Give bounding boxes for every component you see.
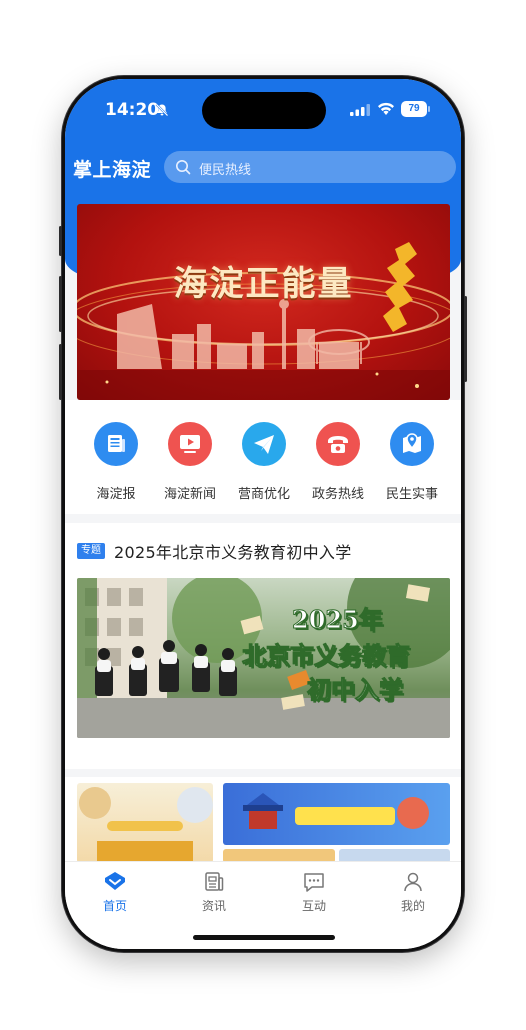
search-bar[interactable]: 便民热线 [164, 151, 456, 183]
feature-image[interactable]: 2025年 北京市义务教育 初中入学 [77, 578, 450, 738]
action-button [59, 226, 62, 256]
nav-label: 海淀新闻 [163, 487, 216, 502]
chat-icon [304, 873, 324, 892]
nav-label: 海淀报 [96, 487, 136, 502]
volume-down-button [59, 344, 62, 400]
home-icon [105, 872, 125, 890]
app-title: 掌上海淀 [73, 159, 152, 181]
screen: 14:20 79 掌上海淀 便民热线 海淀正能量 海淀报 海淀新闻 营商优化 政… [65, 79, 461, 949]
battery-icon: 79 [401, 101, 431, 117]
banner[interactable]: 海淀正能量 [77, 204, 450, 400]
feature-title: 2025年北京市义务教育初中入学 [114, 543, 352, 562]
tab-home[interactable]: 首页 [85, 870, 145, 914]
signal-icon [350, 104, 370, 116]
tile-artwork [243, 793, 429, 829]
battery-level: 79 [401, 101, 427, 117]
poster-line: 2025年 [292, 605, 384, 635]
wifi-icon [378, 102, 394, 115]
banner-title: 海淀正能量 [173, 264, 354, 304]
newspaper-icon [94, 422, 138, 466]
search-icon [176, 160, 191, 175]
content-tiles [65, 777, 461, 867]
tab-label: 我的 [400, 899, 425, 913]
dynamic-island [202, 92, 326, 129]
phone-icon [316, 422, 360, 466]
nav-label: 政务热线 [311, 487, 364, 502]
user-icon [404, 872, 422, 892]
map-pin-icon [390, 422, 434, 466]
poster-line: 北京市义务教育 [242, 641, 411, 671]
home-indicator[interactable] [193, 935, 335, 940]
tab-profile[interactable]: 我的 [383, 870, 443, 914]
search-placeholder: 便民热线 [199, 163, 252, 178]
phone-frame: 14:20 79 掌上海淀 便民热线 海淀正能量 海淀报 海淀新闻 营商优化 政… [59, 76, 467, 952]
status-time: 14:20 [105, 100, 160, 120]
nav-label: 民生实事 [385, 487, 438, 502]
volume-up-button [59, 276, 62, 332]
tab-label: 首页 [102, 899, 127, 913]
tile-ai-life[interactable] [77, 783, 213, 863]
feature-card[interactable]: 专题 2025年北京市义务教育初中入学 2025年 北京市义务教育 初中入学 [65, 523, 461, 769]
tab-label: 互动 [301, 899, 326, 913]
send-icon [242, 422, 286, 466]
power-button [464, 296, 467, 382]
quick-nav: 海淀报 海淀新闻 营商优化 政务热线 民生实事 [65, 400, 461, 514]
tab-interact[interactable]: 互动 [284, 870, 344, 914]
tile-artwork [79, 787, 213, 863]
nav-label: 营商优化 [237, 487, 290, 502]
tv-icon [168, 422, 212, 466]
tab-news[interactable]: 资讯 [184, 870, 244, 914]
tab-label: 资讯 [201, 899, 226, 913]
tile-video-contest[interactable] [223, 783, 450, 845]
topic-tag: 专题 [77, 543, 105, 559]
news-icon [205, 872, 224, 891]
bell-muted-icon [155, 103, 169, 117]
status-bar: 14:20 79 [65, 79, 461, 141]
poster-line: 初中入学 [307, 675, 404, 705]
